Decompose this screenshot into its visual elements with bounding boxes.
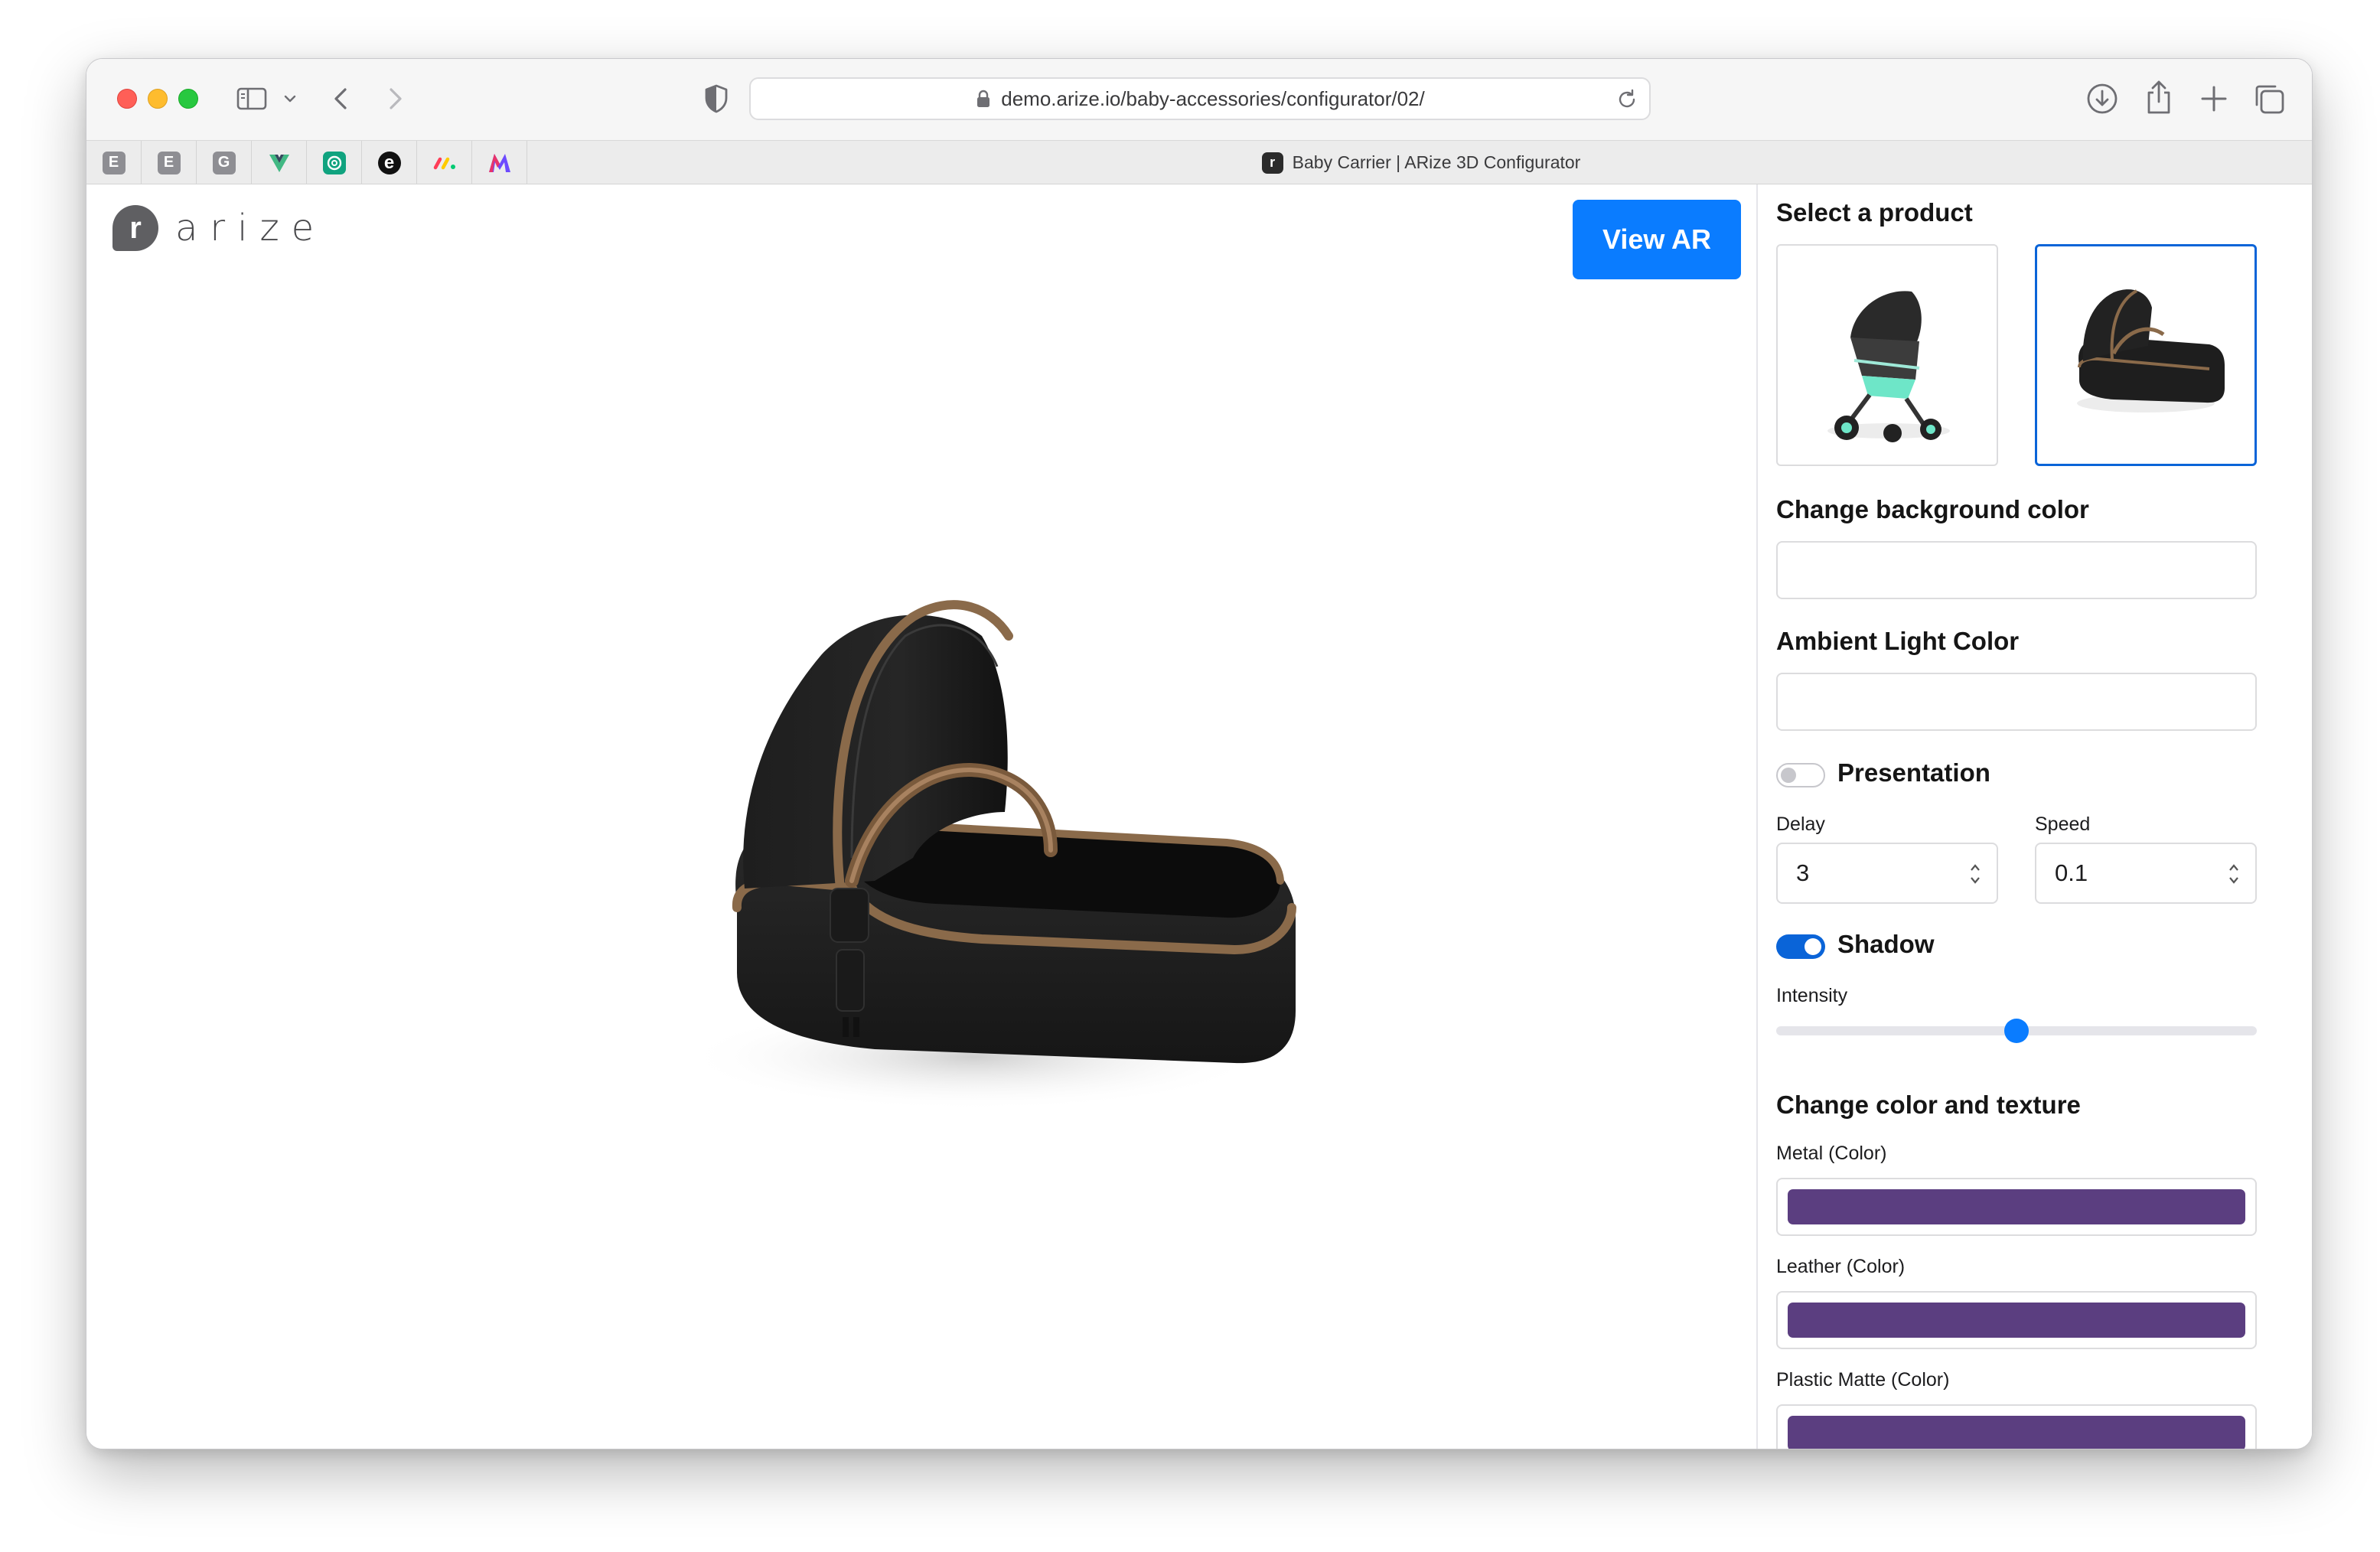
select-product-heading: Select a product — [1776, 198, 1973, 227]
plus-icon[interactable] — [2199, 83, 2229, 114]
background-color-heading: Change background color — [1776, 495, 2089, 523]
ambient-light-color-picker[interactable] — [1776, 673, 2257, 731]
browser-toolbar: demo.arize.io/baby-accessories/configura… — [86, 59, 2312, 140]
pinned-tab[interactable]: E — [86, 141, 142, 184]
page-content: r arize View AR Select a product Change … — [86, 184, 2312, 1449]
pinned-tab[interactable]: e — [362, 141, 417, 184]
reload-icon[interactable] — [1615, 88, 1638, 111]
zoom-window-button[interactable] — [178, 89, 198, 109]
presentation-label: Presentation — [1837, 758, 1990, 787]
stroller-thumbnail — [1827, 291, 1950, 442]
url-text: demo.arize.io/baby-accessories/configura… — [1001, 86, 1425, 110]
baby-carrier-thumbnail — [2077, 289, 2225, 412]
stepper-icon[interactable] — [1969, 861, 1981, 887]
pinned-tab[interactable] — [472, 141, 527, 184]
color-texture-heading: Change color and texture — [1776, 1091, 2081, 1119]
speed-value: 0.1 — [2055, 859, 2088, 886]
shadow-toggle[interactable] — [1776, 934, 1825, 959]
intensity-label: Intensity — [1776, 985, 1848, 1006]
tab-bar: E E G e r Baby Carrier | ARize 3D Config… — [86, 140, 2312, 184]
back-arrow-icon[interactable] — [330, 85, 353, 112]
minimize-window-button[interactable] — [148, 89, 168, 109]
shadow-label: Shadow — [1837, 930, 1935, 958]
configurator-panel: Select a product Change background color… — [1756, 184, 2312, 1449]
toggle-knob — [1781, 768, 1796, 783]
color-swatch — [1788, 1416, 2245, 1449]
stepper-icon[interactable] — [2228, 861, 2240, 887]
toggle-knob — [1805, 938, 1821, 955]
e-favicon-icon: E — [157, 151, 181, 174]
browser-window: demo.arize.io/baby-accessories/configura… — [86, 58, 2313, 1449]
chevron-down-icon[interactable] — [282, 90, 298, 108]
pinned-tab[interactable] — [307, 141, 362, 184]
active-tab-title: Baby Carrier | ARize 3D Configurator — [1292, 152, 1581, 172]
metal-color-picker[interactable] — [1776, 1178, 2257, 1236]
openai-icon — [322, 151, 346, 174]
e-favicon-icon: e — [377, 151, 401, 174]
presentation-toggle[interactable] — [1776, 763, 1825, 787]
pinned-tab[interactable]: G — [197, 141, 252, 184]
delay-label: Delay — [1776, 813, 1825, 835]
background-color-picker[interactable] — [1776, 541, 2257, 599]
delay-input[interactable]: 3 — [1776, 843, 1998, 904]
active-tab[interactable]: r Baby Carrier | ARize 3D Configurator — [530, 141, 2312, 184]
color-swatch — [1788, 1303, 2245, 1338]
m-icon — [488, 153, 510, 172]
g-favicon-icon: G — [212, 151, 236, 174]
ambient-light-heading: Ambient Light Color — [1776, 627, 2020, 655]
logo-mark: r — [112, 205, 158, 251]
e-favicon-icon: E — [102, 151, 126, 174]
speed-input[interactable]: 0.1 — [2035, 843, 2257, 904]
vue-icon — [269, 154, 289, 172]
monday-icon — [433, 157, 455, 169]
product-stroller-card[interactable] — [1776, 244, 1998, 466]
close-window-button[interactable] — [117, 89, 137, 109]
address-bar[interactable]: demo.arize.io/baby-accessories/configura… — [749, 77, 1651, 120]
delay-value: 3 — [1796, 859, 1810, 886]
leather-color-picker[interactable] — [1776, 1291, 2257, 1349]
product-baby-carrier-card[interactable] — [2035, 244, 2257, 466]
pinned-tab[interactable]: E — [142, 141, 197, 184]
material-label-metal: Metal (Color) — [1776, 1143, 1887, 1164]
3d-product-viewer[interactable] — [622, 521, 1326, 1149]
privacy-shield-icon[interactable] — [703, 83, 729, 114]
plastic-matte-color-picker[interactable] — [1776, 1404, 2257, 1449]
lock-icon — [977, 90, 990, 107]
intensity-slider-handle[interactable] — [2004, 1019, 2029, 1043]
download-icon[interactable] — [2085, 82, 2119, 116]
material-label-leather: Leather (Color) — [1776, 1256, 1906, 1277]
share-icon[interactable] — [2144, 79, 2174, 116]
pinned-tab[interactable] — [252, 141, 307, 184]
view-ar-button[interactable]: View AR — [1573, 200, 1741, 279]
arize-favicon-icon: r — [1261, 152, 1283, 174]
sidebar-icon[interactable] — [236, 86, 267, 111]
forward-arrow-icon[interactable] — [383, 85, 406, 112]
pinned-tab[interactable] — [417, 141, 472, 184]
speed-label: Speed — [2035, 813, 2091, 835]
tab-overview-icon[interactable] — [2252, 82, 2286, 116]
arize-logo[interactable]: r arize — [112, 204, 326, 252]
color-swatch — [1788, 1189, 2245, 1224]
logo-text: arize — [175, 207, 327, 249]
material-label-plastic-matte: Plastic Matte (Color) — [1776, 1369, 1950, 1391]
